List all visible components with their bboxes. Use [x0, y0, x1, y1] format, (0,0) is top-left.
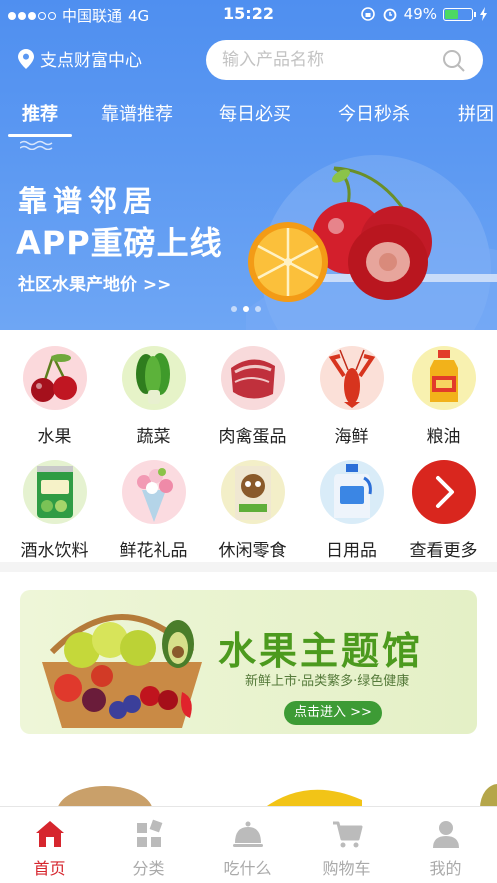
nav-label: 购物车 — [322, 859, 371, 878]
category-label: 休闲零食 — [218, 541, 287, 561]
category-flowers-gifts[interactable]: 鲜花礼品 — [104, 448, 203, 561]
category-label: 肉禽蛋品 — [218, 427, 287, 447]
section-divider — [0, 562, 497, 572]
banana-product-image — [264, 789, 362, 808]
user-icon — [433, 821, 459, 848]
fruit-hall-enter-button[interactable]: 点击进入 >> — [284, 701, 382, 725]
category-seafood[interactable]: 海鲜 — [302, 334, 401, 447]
meat-icon — [221, 346, 285, 410]
nav-cart[interactable]: 购物车 — [297, 807, 396, 883]
category-label: 粮油 — [426, 427, 461, 447]
nav-category[interactable]: 分类 — [99, 807, 198, 883]
fruit-hall-subtitle: 新鲜上市·品类繁多·绿色健康 — [245, 674, 410, 689]
charging-icon — [480, 7, 487, 21]
tab-active-indicator — [8, 134, 72, 137]
category-label: 鲜花礼品 — [119, 541, 188, 561]
banner-pager — [231, 306, 261, 312]
nav-label: 分类 — [132, 859, 165, 878]
category-grid-icon — [137, 819, 163, 847]
nav-label: 吃什么 — [223, 859, 272, 878]
battery-icon — [443, 7, 476, 21]
category-label: 酒水饮料 — [20, 541, 89, 561]
drink-can-icon — [23, 460, 87, 524]
snack-bag-icon — [221, 460, 285, 524]
bottom-nav: 首页 分类 吃什么 购物车 我的 — [0, 806, 497, 883]
chevron-right-icon — [412, 460, 476, 524]
pager-dot[interactable] — [255, 306, 261, 312]
pager-dot[interactable] — [243, 306, 249, 312]
status-bar: 中国联通 4G 15:22 49% — [0, 0, 497, 28]
category-grid: 水果 蔬菜 肉禽蛋品 海鲜 粮油 酒水饮料 鲜花礼品 休闲零食 日用品 查看更多 — [0, 330, 497, 562]
detergent-bottle-icon — [320, 460, 384, 524]
category-label: 海鲜 — [334, 427, 369, 447]
pager-dot[interactable] — [231, 306, 237, 312]
oil-bottle-icon — [412, 346, 476, 410]
category-label: 查看更多 — [409, 541, 478, 561]
wave-decoration-icon — [20, 140, 53, 150]
vegetable-icon — [122, 346, 186, 410]
durian-product-image — [480, 784, 497, 808]
category-label: 蔬菜 — [136, 427, 171, 447]
category-snacks[interactable]: 休闲零食 — [203, 448, 302, 561]
header: 中国联通 4G 15:22 49% 支点财富中心 推荐 靠谱推荐 每日必买 今日… — [0, 0, 497, 330]
fruit-hall-title: 水果主题馆 — [218, 629, 424, 673]
nav-mine[interactable]: 我的 — [396, 807, 495, 883]
category-fruit[interactable]: 水果 — [5, 334, 104, 447]
fruit-basket-illustration — [42, 614, 202, 728]
nav-label: 首页 — [33, 859, 66, 878]
lobster-icon — [320, 346, 384, 410]
banner-title-line1: 靠谱邻居 — [18, 184, 159, 218]
category-vegetable[interactable]: 蔬菜 — [104, 334, 203, 447]
nav-home[interactable]: 首页 — [0, 807, 99, 883]
rotation-lock-icon — [360, 7, 375, 21]
category-drinks[interactable]: 酒水饮料 — [5, 448, 104, 561]
search-icon[interactable] — [442, 49, 466, 73]
banner-subtitle-link[interactable]: 社区水果产地价 >> — [18, 270, 171, 295]
category-label: 日用品 — [326, 541, 377, 561]
category-daily-goods[interactable]: 日用品 — [302, 448, 401, 561]
battery-percent: 49% — [403, 5, 437, 23]
flower-bouquet-icon — [122, 460, 186, 524]
cart-icon — [333, 821, 363, 848]
potato-product-image — [57, 786, 153, 808]
tab-recommend[interactable]: 推荐 — [22, 100, 58, 126]
alarm-icon — [383, 8, 397, 22]
tab-flash-sale[interactable]: 今日秒杀 — [338, 100, 410, 126]
location-pin-icon — [18, 48, 34, 69]
fruit-hall-banner[interactable]: 水果主题馆 新鲜上市·品类繁多·绿色健康 点击进入 >> — [20, 590, 477, 734]
tab-reliable-recommend[interactable]: 靠谱推荐 — [101, 100, 173, 126]
banner-title-line2: APP重磅上线 — [16, 224, 223, 262]
nav-what-to-eat[interactable]: 吃什么 — [198, 807, 297, 883]
home-icon — [36, 821, 64, 847]
category-tabs: 推荐 靠谱推荐 每日必买 今日秒杀 拼团 — [0, 100, 497, 140]
tab-daily-must-buy[interactable]: 每日必买 — [219, 100, 291, 126]
location-selector[interactable]: 支点财富中心 — [18, 46, 142, 71]
food-cloche-icon — [233, 821, 263, 847]
cherry-icon — [23, 346, 87, 410]
location-name: 支点财富中心 — [40, 51, 142, 71]
category-label: 水果 — [37, 427, 72, 447]
tab-group-buy[interactable]: 拼团 — [458, 100, 494, 126]
category-see-more[interactable]: 查看更多 — [394, 448, 493, 561]
nav-label: 我的 — [429, 859, 462, 878]
category-grain-oil[interactable]: 粮油 — [394, 334, 493, 447]
category-meat-egg[interactable]: 肉禽蛋品 — [203, 334, 302, 447]
banner-fruit-illustration — [246, 155, 497, 330]
